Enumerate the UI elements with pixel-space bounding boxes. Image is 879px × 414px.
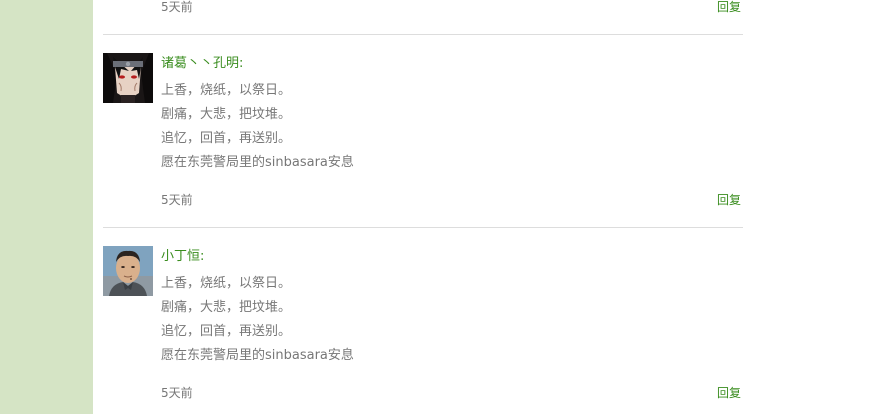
comment-divider <box>103 34 743 35</box>
comment-feed: 5天前 回复 诸葛丶丶孔明: 上香，烧纸，以祭日。 剧痛，大悲，把坟堆。 追忆，… <box>103 0 743 414</box>
comment-line: 追忆，回首，再送别。 <box>161 324 292 339</box>
anime-character-avatar-icon[interactable] <box>103 53 153 103</box>
comment-line: 愿在东莞警局里的sinbasara安息 <box>161 155 354 170</box>
reply-link[interactable]: 回复 <box>717 384 741 402</box>
comment-divider <box>103 227 743 228</box>
reply-link[interactable]: 回复 <box>717 191 741 209</box>
comment-line: 剧痛，大悲，把坟堆。 <box>161 107 292 122</box>
comment-meta-row: 5天前 回复 <box>161 0 741 16</box>
comment-time: 5天前 <box>161 193 193 207</box>
comment-time: 5天前 <box>161 386 193 400</box>
portrait-photo-avatar-icon[interactable] <box>103 246 153 296</box>
comment-line: 愿在东莞警局里的sinbasara安息 <box>161 348 354 363</box>
comment-line: 上香，烧纸，以祭日。 <box>161 276 292 291</box>
comment-line: 剧痛，大悲，把坟堆。 <box>161 300 292 315</box>
reply-link[interactable]: 回复 <box>717 0 741 16</box>
comment-line: 追忆，回首，再送别。 <box>161 131 292 146</box>
comment-meta-row: 5天前 回复 <box>161 384 741 402</box>
comment-body: 上香，烧纸，以祭日。 剧痛，大悲，把坟堆。 追忆，回首，再送别。 愿在东莞警局里… <box>161 79 354 175</box>
comment-author[interactable]: 诸葛丶丶孔明: <box>161 55 243 73</box>
comment-meta-row: 5天前 回复 <box>161 191 741 209</box>
comment-line: 上香，烧纸，以祭日。 <box>161 83 292 98</box>
comment-author[interactable]: 小丁恒: <box>161 248 204 266</box>
comment-body: 上香，烧纸，以祭日。 剧痛，大悲，把坟堆。 追忆，回首，再送别。 愿在东莞警局里… <box>161 272 354 368</box>
comment-time: 5天前 <box>161 0 193 14</box>
left-sidebar <box>0 0 93 414</box>
